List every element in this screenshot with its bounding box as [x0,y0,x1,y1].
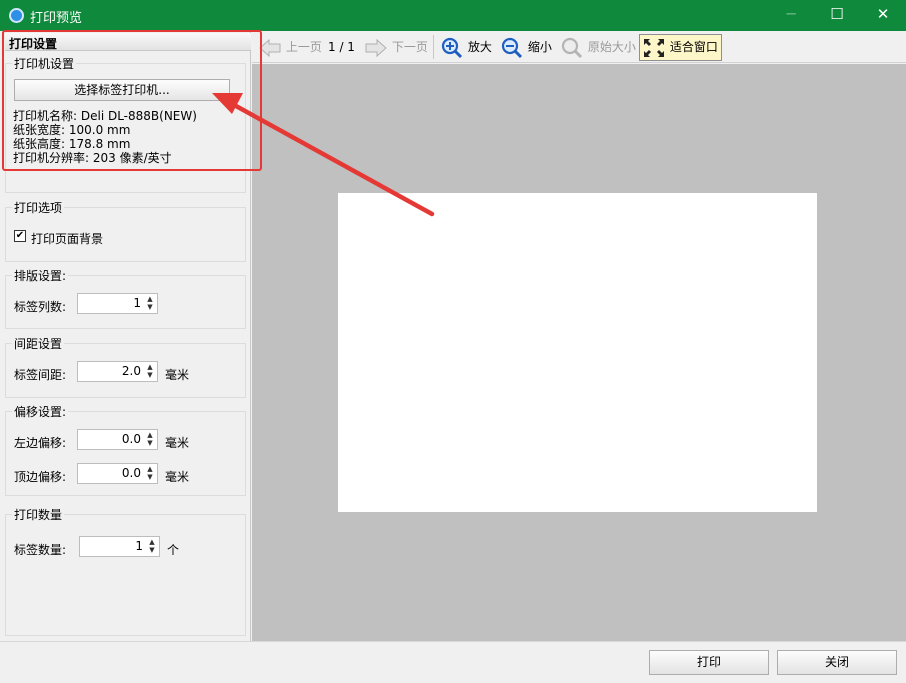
spin-arrows-icon[interactable]: ▲ ▼ [147,538,157,555]
print-settings-panel: 打印设置 打印机设置 选择标签打印机... 打印机名称: Deli DL-888… [0,31,251,641]
spin-arrows-icon[interactable]: ▲ ▼ [145,465,155,482]
quantity-unit: 个 [167,543,180,557]
app-icon [9,8,24,23]
offset-title: 偏移设置: [12,403,69,420]
actual-size-button[interactable]: 原始大小 [560,35,636,59]
top-offset-stepper[interactable]: 0.0 ▲ ▼ [77,463,158,484]
offset-group: 偏移设置: 左边偏移: 0.0 ▲ ▼ 毫米 顶边偏移: 0.0 ▲ ▼ 毫米 [5,403,246,496]
quantity-stepper[interactable]: 1 ▲ ▼ [79,536,160,557]
select-printer-button[interactable]: 选择标签打印机... [14,79,230,101]
fit-window-label: 适合窗口 [669,40,718,54]
columns-label: 标签列数: [14,300,67,314]
layout-title: 排版设置: [12,267,69,284]
spacing-title: 间距设置 [12,335,65,352]
quantity-label: 标签数量: [14,543,67,557]
prev-page-label: 上一页 [285,40,322,54]
spin-arrows-icon[interactable]: ▲ ▼ [145,363,155,380]
actual-size-icon [561,37,583,58]
quantity-group: 打印数量 标签数量: 1 ▲ ▼ 个 [5,506,246,636]
print-options-title: 打印选项 [12,199,65,216]
preview-area[interactable] [252,64,906,641]
print-background-checkbox[interactable]: ✔ [14,230,26,242]
fit-window-button[interactable]: 适合窗口 [639,34,722,61]
print-background-label: 打印页面背景 [31,232,104,246]
toolbar-separator [433,35,434,59]
close-window-button[interactable]: ✕ [860,0,906,31]
columns-stepper[interactable]: 1 ▲ ▼ [77,293,158,314]
prev-page-button[interactable]: 上一页 [258,35,322,59]
layout-group: 排版设置: 标签列数: 1 ▲ ▼ [5,267,246,329]
zoom-out-label: 缩小 [527,40,552,54]
title-bar: 打印预览 ─ ☐ ✕ [0,0,906,31]
print-button[interactable]: 打印 [649,650,769,675]
minimize-button[interactable]: ─ [768,0,814,31]
quantity-title: 打印数量 [12,506,65,523]
print-options-group: 打印选项 ✔ 打印页面背景 [5,199,246,262]
actual-size-label: 原始大小 [587,40,636,54]
zoom-in-label: 放大 [467,40,492,54]
top-offset-value: 0.0 [121,466,141,480]
paper-height: 纸张高度: 178.8 mm [13,137,131,151]
left-offset-stepper[interactable]: 0.0 ▲ ▼ [77,429,158,450]
footer-bar: 打印 关闭 [0,641,906,683]
gap-value: 2.0 [121,364,141,378]
printer-resolution: 打印机分辨率: 203 像素/英寸 [13,151,172,165]
arrow-left-icon [259,38,281,57]
gap-label: 标签间距: [14,368,67,382]
left-offset-unit: 毫米 [165,436,190,450]
next-page-button[interactable]: 下一页 [364,35,428,59]
fit-window-icon [644,38,664,57]
panel-header: 打印设置 [5,33,251,51]
printer-settings-title: 打印机设置 [12,55,77,72]
zoom-in-button[interactable]: 放大 [440,35,492,59]
page-indicator: 1 / 1 [328,40,355,54]
maximize-button[interactable]: ☐ [814,0,860,31]
printer-name: 打印机名称: Deli DL-888B(NEW) [13,109,197,123]
spin-arrows-icon[interactable]: ▲ ▼ [145,295,155,312]
top-offset-unit: 毫米 [165,470,190,484]
preview-toolbar: 上一页 1 / 1 下一页 放大 缩小 原始大小 适合窗口 [252,31,906,63]
next-page-label: 下一页 [391,40,428,54]
zoom-out-button[interactable]: 缩小 [500,35,552,59]
spacing-group: 间距设置 标签间距: 2.0 ▲ ▼ 毫米 [5,335,246,398]
left-offset-value: 0.0 [121,432,141,446]
top-offset-label: 顶边偏移: [14,470,67,484]
quantity-value: 1 [135,539,143,553]
zoom-in-icon [441,37,463,58]
preview-page [338,193,817,512]
spin-arrows-icon[interactable]: ▲ ▼ [145,431,155,448]
paper-width: 纸张宽度: 100.0 mm [13,123,131,137]
printer-settings-group: 打印机设置 选择标签打印机... 打印机名称: Deli DL-888B(NEW… [5,55,246,193]
close-button[interactable]: 关闭 [777,650,897,675]
columns-value: 1 [133,296,141,310]
gap-stepper[interactable]: 2.0 ▲ ▼ [77,361,158,382]
left-offset-label: 左边偏移: [14,436,67,450]
arrow-right-icon [365,38,387,57]
gap-unit: 毫米 [165,368,190,382]
window-title: 打印预览 [30,11,83,26]
zoom-out-icon [501,37,523,58]
